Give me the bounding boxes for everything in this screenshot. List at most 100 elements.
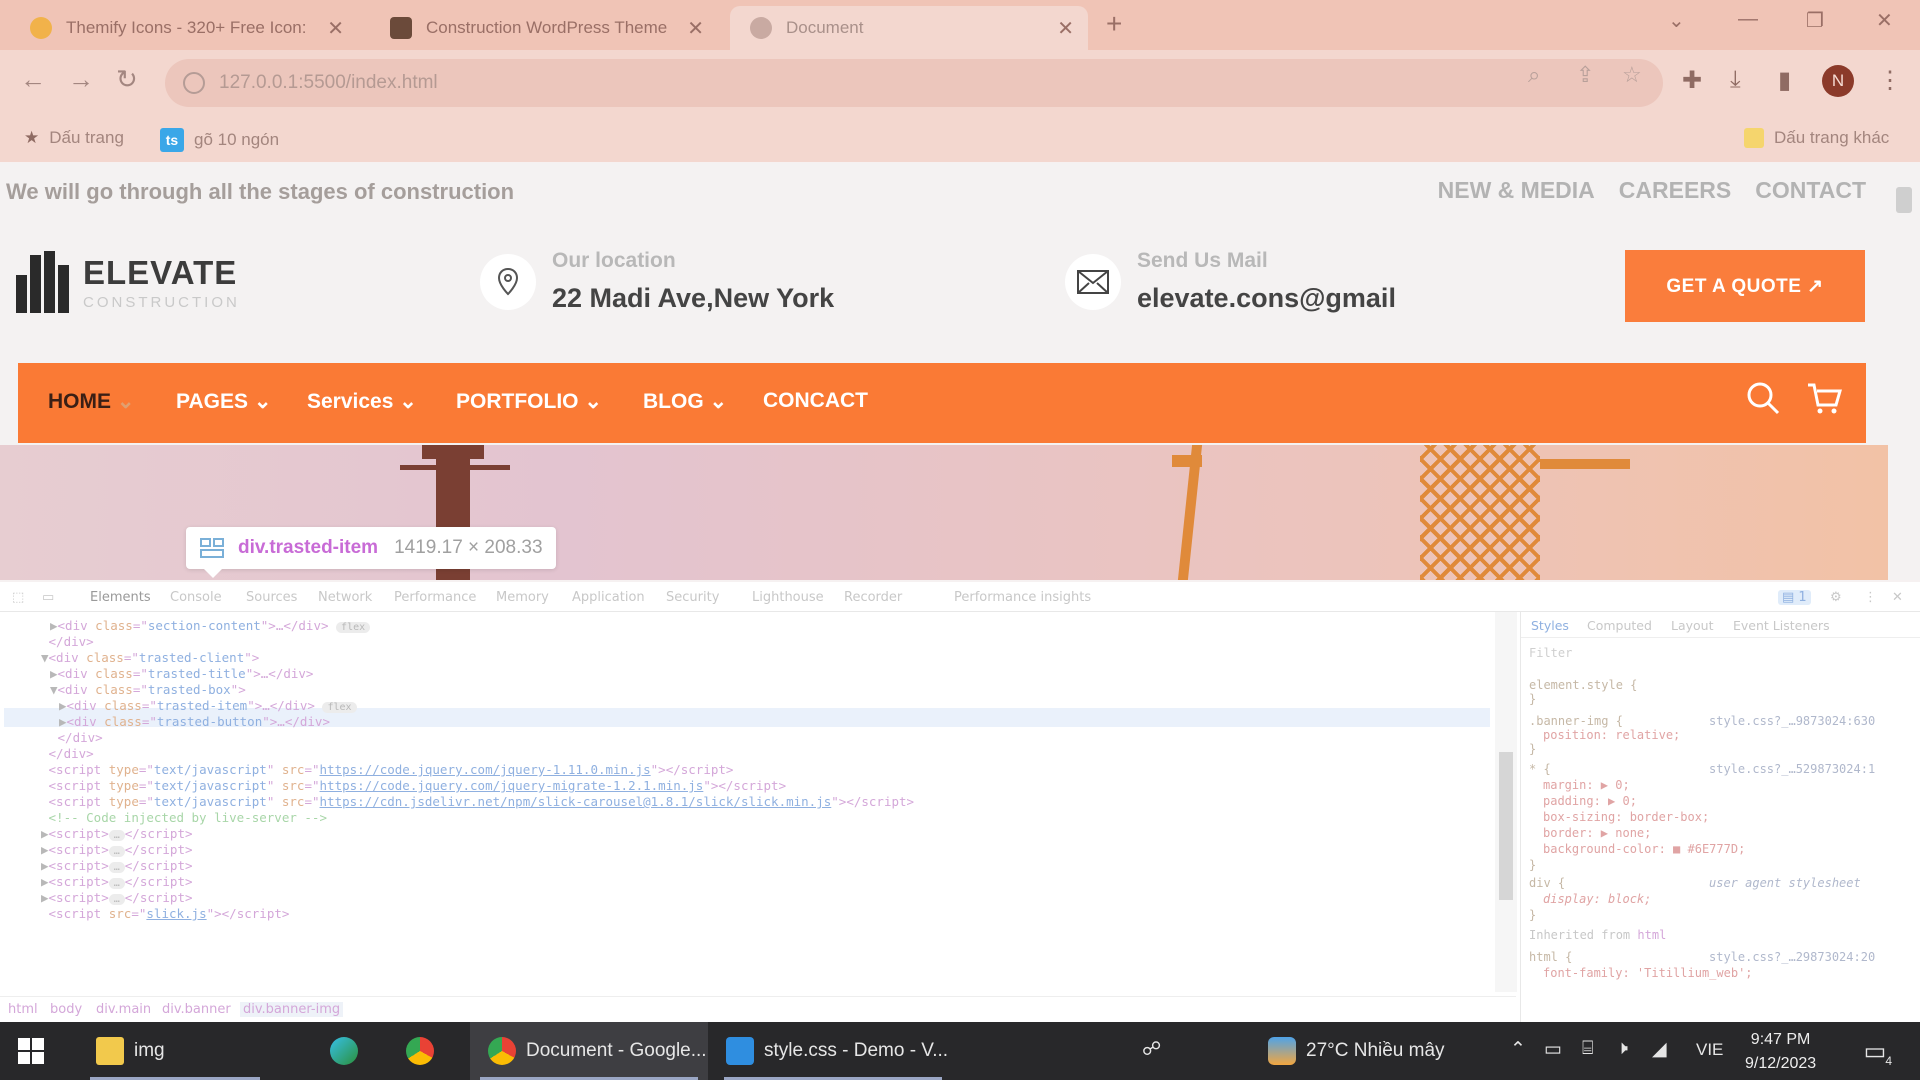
more-options-icon[interactable]: ⋮ <box>1864 590 1877 605</box>
menu-icon[interactable]: ⋮ <box>1878 66 1902 95</box>
tab-memory[interactable]: Memory <box>496 590 549 605</box>
tab-performance[interactable]: Performance <box>394 590 476 605</box>
clock[interactable]: 9:47 PM 9/12/2023 <box>1745 1028 1816 1076</box>
tab-search-icon[interactable]: ⌄ <box>1668 8 1685 33</box>
scrollbar-thumb[interactable] <box>1896 187 1912 213</box>
taskbar-document-chrome[interactable]: Document - Google... <box>470 1022 708 1080</box>
inspect-element-icon[interactable]: ⬚ <box>12 590 24 605</box>
site-info-icon[interactable] <box>183 72 205 94</box>
tab-recorder[interactable]: Recorder <box>844 590 902 605</box>
people-icon[interactable]: ☍ <box>1142 1038 1161 1061</box>
dom-node[interactable]: <script type="text/javascript" src="http… <box>41 778 787 793</box>
tab-computed[interactable]: Computed <box>1587 618 1652 633</box>
search-icon[interactable] <box>1746 381 1780 420</box>
volume-mute-icon[interactable]: 🕨 <box>1616 1038 1628 1060</box>
styles-filter-input[interactable]: Filter <box>1529 646 1572 660</box>
rule-star-prop[interactable]: margin: ▶ 0; <box>1543 778 1630 792</box>
nav-concact[interactable]: CONCACT <box>763 389 868 413</box>
taskbar-vscode[interactable]: style.css - Demo - V... <box>714 1022 952 1080</box>
nav-services[interactable]: Services ⌄ <box>307 389 417 414</box>
dom-node[interactable]: ▶<div class="section-content">…</div> fl… <box>50 618 371 633</box>
top-link-news[interactable]: NEW & MEDIA <box>1438 177 1595 204</box>
tab-application[interactable]: Application <box>572 590 645 605</box>
notification-center[interactable]: ▭ 4 <box>1852 1022 1898 1080</box>
tab-themify[interactable]: Themify Icons - 320+ Free Icon: ✕ <box>18 6 358 50</box>
dom-node[interactable]: ▶<script>… </script> <box>41 858 193 873</box>
rule-banner-source[interactable]: style.css?_…9873024:630 <box>1709 714 1875 728</box>
crumb-div-banner-img[interactable]: div.banner-img <box>240 1002 344 1017</box>
scrollbar-thumb[interactable] <box>1499 752 1513 900</box>
dom-node[interactable]: <script type="text/javascript" src="http… <box>41 762 734 777</box>
dom-node[interactable]: ▼<div class="trasted-client"> <box>41 650 259 665</box>
share-icon[interactable]: ⇪ <box>1576 62 1594 88</box>
weather-widget[interactable]: 27°C Nhiều mây <box>1268 1022 1488 1080</box>
taskbar-chrome[interactable] <box>406 1022 456 1080</box>
crumb-body[interactable]: body <box>50 1002 82 1017</box>
bookmark-dau-trang[interactable]: ★ Dấu trang <box>24 128 124 148</box>
elements-tree[interactable]: ▶<div class="section-content">…</div> fl… <box>0 612 1490 990</box>
tab-elements[interactable]: Elements <box>90 590 151 605</box>
rule-html-prop[interactable]: font-family: 'Titillium_web'; <box>1543 966 1753 980</box>
rule-star-prop[interactable]: box-sizing: border-box; <box>1543 810 1709 824</box>
tab-construction[interactable]: Construction WordPress Theme ✕ <box>378 6 718 50</box>
dom-node[interactable]: ▶<script>… </script> <box>41 890 193 905</box>
bookmark-star-icon[interactable]: ☆ <box>1622 62 1642 88</box>
top-link-contact[interactable]: CONTACT <box>1755 177 1866 204</box>
rule-star-prop[interactable]: background-color: ■ #6E777D; <box>1543 842 1745 856</box>
tab-document[interactable]: Document ✕ <box>730 6 1088 50</box>
inherited-tag[interactable]: html <box>1637 928 1666 942</box>
rule-banner-prop[interactable]: position: relative; <box>1543 728 1680 742</box>
other-bookmarks[interactable]: Dấu trang khác <box>1744 128 1889 148</box>
rule-star-source[interactable]: style.css?_…529873024:1 <box>1709 762 1875 776</box>
settings-icon[interactable]: ⚙ <box>1830 590 1842 605</box>
device-toolbar-icon[interactable]: ▭ <box>42 590 54 605</box>
close-devtools-icon[interactable]: ✕ <box>1892 590 1903 605</box>
start-button[interactable] <box>18 1022 58 1080</box>
dom-node-selected[interactable]: ▶<div class="trasted-item">…</div> flex <box>59 698 357 713</box>
rule-star-prop[interactable]: padding: ▶ 0; <box>1543 794 1637 808</box>
profile-avatar[interactable]: N <box>1822 65 1854 97</box>
nav-blog[interactable]: BLOG ⌄ <box>643 389 727 414</box>
tab-styles[interactable]: Styles <box>1531 618 1569 633</box>
nav-portfolio[interactable]: PORTFOLIO ⌄ <box>456 389 602 414</box>
crumb-div-banner[interactable]: div.banner <box>162 1002 231 1017</box>
nav-pages[interactable]: PAGES ⌄ <box>176 389 271 414</box>
side-panel-icon[interactable]: ▮ <box>1778 66 1791 95</box>
dom-node[interactable]: ▶<script>… </script> <box>41 874 193 889</box>
crumb-html[interactable]: html <box>8 1002 38 1017</box>
issues-badge[interactable]: ▤ 1 <box>1778 590 1811 605</box>
dom-node[interactable]: ▶<div class="trasted-button">…</div> <box>59 714 330 729</box>
network-icon[interactable]: ◢ <box>1652 1038 1667 1061</box>
dom-node[interactable]: ▶<script>… </script> <box>41 826 193 841</box>
page-scrollbar[interactable] <box>1888 163 1920 580</box>
nav-home[interactable]: HOME ⌄ <box>48 389 134 414</box>
close-window-button[interactable]: ✕ <box>1876 8 1893 33</box>
language-indicator[interactable]: VIE <box>1696 1040 1723 1060</box>
battery-icon[interactable]: ▭ <box>1544 1038 1562 1061</box>
tab-sources[interactable]: Sources <box>246 590 297 605</box>
tab-performance-insights[interactable]: Performance insights <box>954 590 1091 605</box>
dom-node[interactable]: <script type="text/javascript" src="http… <box>41 794 915 809</box>
download-icon[interactable]: ⤓ <box>1730 66 1741 94</box>
dom-node[interactable]: <script src="slick.js"></script> <box>41 906 290 921</box>
dom-node[interactable]: <!-- Code injected by live-server --> <box>41 810 327 825</box>
site-logo[interactable]: ELEVATE CONSTRUCTION <box>16 251 240 313</box>
tab-security[interactable]: Security <box>666 590 719 605</box>
back-button[interactable]: ← <box>20 64 46 95</box>
get-a-quote-button[interactable]: GET A QUOTE ↗ <box>1625 250 1865 322</box>
crumb-div-main[interactable]: div.main <box>96 1002 151 1017</box>
device-icon[interactable]: ⌸ <box>1582 1038 1593 1060</box>
taskbar-edge[interactable] <box>330 1022 380 1080</box>
tab-lighthouse[interactable]: Lighthouse <box>752 590 824 605</box>
cart-icon[interactable] <box>1806 381 1842 420</box>
tab-console[interactable]: Console <box>170 590 222 605</box>
dom-node[interactable]: </div> <box>50 730 103 745</box>
dom-node[interactable]: ▼<div class="trasted-box"> <box>50 682 246 697</box>
bookmark-go-10-ngon[interactable]: ts gõ 10 ngón <box>160 128 279 152</box>
tab-layout[interactable]: Layout <box>1671 618 1714 633</box>
forward-button[interactable]: → <box>68 64 94 95</box>
elements-scrollbar[interactable] <box>1495 612 1517 992</box>
dom-node[interactable]: ▶<script>… </script> <box>41 842 193 857</box>
tab-network[interactable]: Network <box>318 590 372 605</box>
dom-node[interactable]: ▶<div class="trasted-title">…</div> <box>50 666 313 681</box>
